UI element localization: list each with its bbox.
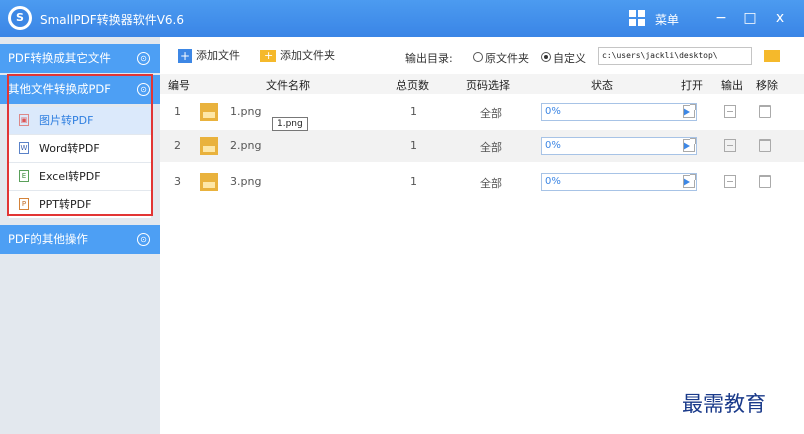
progress-text: 0% [545, 176, 561, 187]
header-pages: 总页数 [396, 79, 429, 92]
app-logo-letter: S [11, 9, 29, 27]
progress-bar: 0% [541, 173, 697, 191]
sidebar-section-label: PDF转换成其它文件 [8, 51, 111, 65]
header-remove: 移除 [756, 79, 778, 92]
table-row[interactable]: 1 1.png 1 全部 0% [160, 96, 804, 128]
add-folder-button[interactable]: 添加文件夹 [260, 48, 335, 64]
chevron-down-icon[interactable]: ⊙ [137, 233, 150, 246]
image-thumbnail-icon [200, 173, 218, 191]
app-title: SmallPDF转换器软件V6.6 [40, 13, 185, 27]
row-num: 2 [174, 139, 181, 152]
header-open: 打开 [681, 79, 703, 92]
app-logo-icon: S [8, 6, 32, 30]
radio-custom-folder[interactable] [541, 52, 551, 62]
progress-bar: 0% [541, 137, 697, 155]
plus-icon: + [178, 49, 192, 63]
title-bar: S SmallPDF转换器软件V6.6 菜单 − □ x [0, 0, 804, 37]
browse-folder-icon[interactable] [764, 50, 780, 62]
image-thumbnail-icon [200, 137, 218, 155]
output-icon[interactable] [724, 105, 736, 118]
row-file-name: 3.png [230, 175, 262, 188]
menu-grid-icon[interactable] [629, 10, 645, 26]
open-icon[interactable] [683, 104, 696, 118]
chevron-down-icon[interactable]: ⊙ [137, 52, 150, 65]
minimize-button[interactable]: − [710, 7, 732, 29]
maximize-button[interactable]: □ [739, 7, 761, 29]
row-page-select[interactable]: 全部 [480, 139, 502, 155]
radio-original-label: 原文件夹 [485, 52, 529, 65]
delete-icon[interactable] [759, 105, 771, 118]
header-page-select: 页码选择 [466, 79, 510, 92]
output-dir-label: 输出目录: [405, 52, 453, 65]
radio-custom-label: 自定义 [553, 52, 586, 65]
row-pages: 1 [410, 175, 417, 188]
row-file-name: 1.png [230, 105, 262, 118]
highlight-box [7, 74, 153, 216]
output-icon[interactable] [724, 175, 736, 188]
header-name: 文件名称 [266, 79, 310, 92]
add-file-label: 添加文件 [196, 49, 240, 62]
sidebar-section-pdf-other-ops[interactable]: PDF的其他操作 ⊙ [0, 225, 160, 254]
watermark-text: 最需教育 [682, 392, 766, 416]
sidebar-section-label: PDF的其他操作 [8, 232, 88, 246]
row-pages: 1 [410, 139, 417, 152]
row-pages: 1 [410, 105, 417, 118]
open-icon[interactable] [683, 174, 696, 188]
folder-add-icon [260, 48, 276, 64]
header-status: 状态 [591, 79, 613, 92]
output-icon[interactable] [724, 139, 736, 152]
open-icon[interactable] [683, 138, 696, 152]
file-name-tooltip: 1.png [272, 117, 308, 131]
progress-text: 0% [545, 106, 561, 117]
radio-original-folder[interactable] [473, 52, 483, 62]
menu-button[interactable]: 菜单 [655, 11, 679, 28]
table-header: 编号 文件名称 总页数 页码选择 状态 打开 输出 移除 [160, 74, 804, 94]
table-row[interactable]: 2 2.png 1 全部 0% [160, 130, 804, 162]
add-folder-label: 添加文件夹 [280, 49, 335, 62]
table-row[interactable]: 3 3.png 1 全部 0% [160, 166, 804, 198]
image-thumbnail-icon [200, 103, 218, 121]
row-num: 3 [174, 175, 181, 188]
toolbar: + 添加文件 添加文件夹 输出目录: 原文件夹 自定义 c:\users\jack… [160, 37, 804, 74]
delete-icon[interactable] [759, 139, 771, 152]
output-path-input[interactable]: c:\users\jackli\desktop\ [598, 47, 752, 65]
header-num: 编号 [168, 79, 190, 92]
row-num: 1 [174, 105, 181, 118]
header-output: 输出 [721, 79, 743, 92]
sidebar-section-pdf-to-other[interactable]: PDF转换成其它文件 ⊙ [0, 44, 160, 73]
progress-text: 0% [545, 140, 561, 151]
row-page-select[interactable]: 全部 [480, 105, 502, 121]
close-button[interactable]: x [769, 7, 791, 29]
row-page-select[interactable]: 全部 [480, 175, 502, 191]
add-file-button[interactable]: + 添加文件 [178, 48, 240, 64]
progress-bar: 0% [541, 103, 697, 121]
delete-icon[interactable] [759, 175, 771, 188]
row-file-name: 2.png [230, 139, 262, 152]
